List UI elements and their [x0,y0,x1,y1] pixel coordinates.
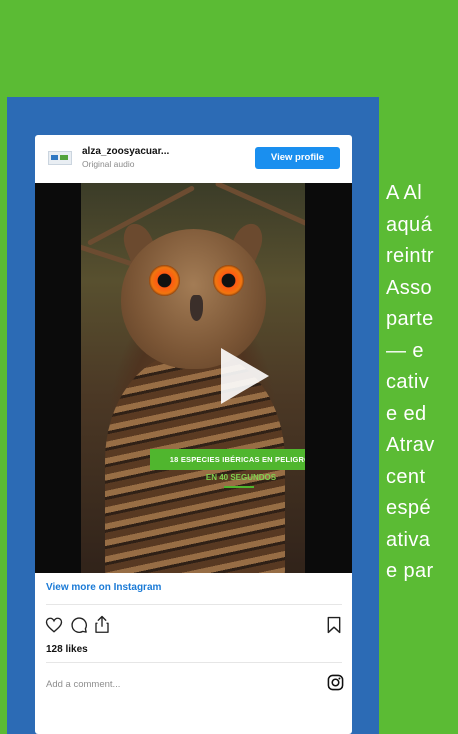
owl-video-frame: 18 ESPECIES IBÉRICAS EN PELIGRO EN 40 SE… [81,183,305,573]
share-icon[interactable] [93,614,111,634]
article-line: aquá [386,213,433,236]
bookmark-icon[interactable] [327,616,341,634]
likes-count[interactable]: 128 likes [46,644,88,655]
article-line: reintr [386,245,434,267]
article-line: Asso [386,276,433,299]
article-line: ativa [386,528,431,551]
post-header: alza_zoosyacuar... Original audio View p… [35,135,352,180]
account-name[interactable]: alza_zoosyacuar... [82,146,169,157]
article-line: e ed [386,402,427,425]
owl-beak [190,295,203,321]
article-text: A Al aquá reintr Asso parte — e cativ e … [386,178,458,734]
owl-eye [213,265,244,296]
heart-icon[interactable] [45,616,63,634]
audio-label[interactable]: Original audio [82,159,134,169]
instagram-icon[interactable] [327,674,344,691]
article-line: — e [386,339,424,362]
article-line: parte [386,308,434,330]
video-banner: 18 ESPECIES IBÉRICAS EN PELIGRO [150,449,305,470]
divider [46,604,342,605]
article-line: cent [386,465,426,488]
divider [46,662,342,663]
video-banner-subtitle: EN 40 SEGUNDOS [205,473,277,482]
article-line: A Al [386,182,423,204]
view-profile-button[interactable]: View profile [255,147,340,169]
article-line: e par [386,560,434,582]
article-line: cativ [386,371,430,393]
article-line: Atrav [386,434,435,456]
owl-eye [149,265,180,296]
banner-underline [224,486,254,488]
play-icon[interactable] [221,348,269,404]
add-comment-input[interactable] [46,671,316,697]
comment-icon[interactable] [70,616,88,634]
instagram-post-embed: alza_zoosyacuar... Original audio View p… [35,135,352,734]
video-player[interactable]: 18 ESPECIES IBÉRICAS EN PELIGRO EN 40 SE… [35,183,352,573]
branch [214,183,305,231]
account-avatar[interactable] [48,151,72,165]
article-line: espé [386,497,431,519]
view-more-link[interactable]: View more on Instagram [46,582,161,593]
